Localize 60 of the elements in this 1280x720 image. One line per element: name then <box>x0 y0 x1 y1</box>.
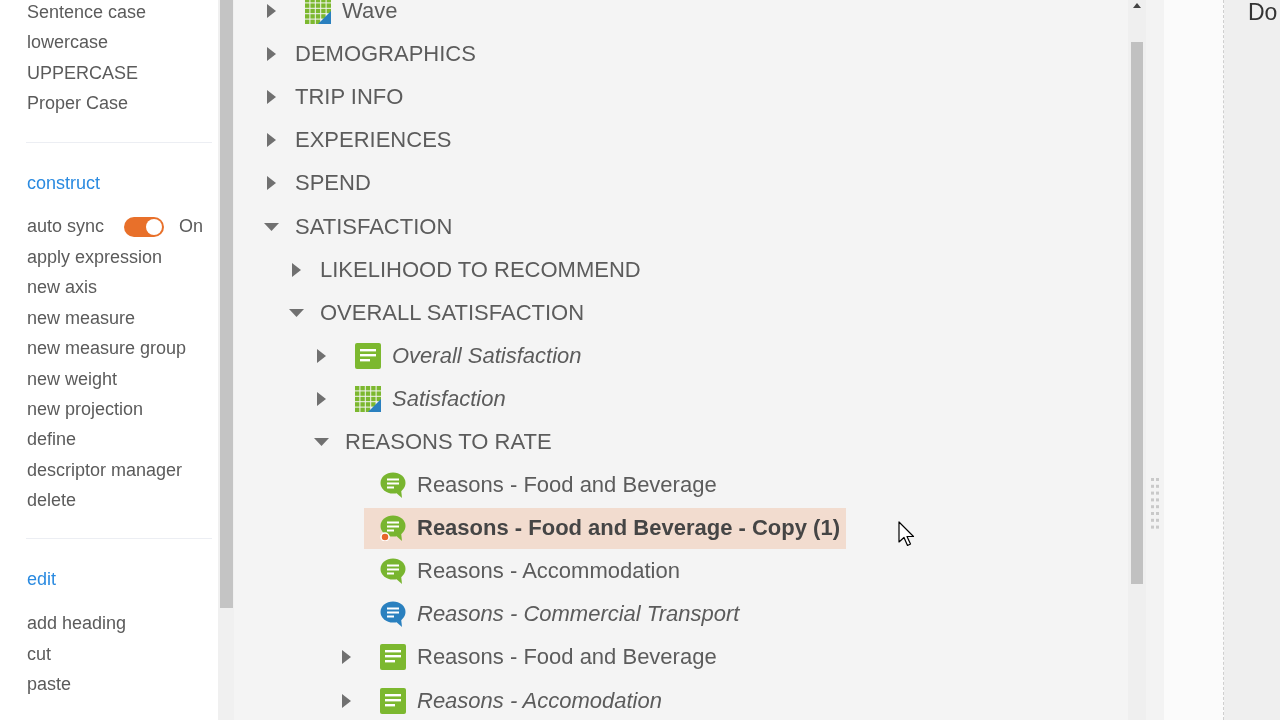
caret-icon[interactable] <box>267 176 276 191</box>
caret-icon[interactable] <box>317 348 326 363</box>
tree-item[interactable]: TRIP INFO <box>289 76 410 118</box>
caret-icon[interactable] <box>317 391 326 406</box>
menu-item[interactable]: add heading <box>27 613 127 634</box>
menu-item[interactable]: delete <box>27 490 77 511</box>
menu-item[interactable]: Proper Case <box>27 93 129 114</box>
caret-icon[interactable] <box>267 47 276 62</box>
caret-icon[interactable] <box>314 438 329 446</box>
menu-item[interactable]: new measure <box>27 307 136 328</box>
caret-icon[interactable] <box>264 222 279 231</box>
caret-icon[interactable] <box>267 90 276 105</box>
document-icon <box>355 342 381 369</box>
tree-item[interactable]: Satisfaction <box>339 378 512 420</box>
menu-item[interactable]: lowercase <box>27 32 109 53</box>
splitter-grip-icon[interactable] <box>1151 478 1159 530</box>
tree-item[interactable]: DEMOGRAPHICS <box>289 33 482 75</box>
tree-item[interactable]: EXPERIENCES <box>289 119 458 161</box>
menu-item[interactable]: UPPERCASE <box>27 62 139 83</box>
tree-item[interactable]: REASONS TO RATE <box>339 421 558 463</box>
section-heading: construct <box>27 171 101 195</box>
grid-icon <box>305 0 331 25</box>
tree-item[interactable]: Reasons - Accommodation <box>364 550 686 592</box>
toggle-label: auto sync <box>27 216 105 238</box>
menu-item[interactable]: new axis <box>27 277 98 298</box>
caret-icon[interactable] <box>342 650 351 665</box>
tree-item[interactable]: OVERALL SATISFACTION <box>314 292 591 334</box>
scroll-up-icon[interactable] <box>1133 3 1141 8</box>
tree-item[interactable]: Reasons - Food and Beverage <box>364 464 723 506</box>
menu-item[interactable]: descriptor manager <box>27 459 183 480</box>
scrollbar-thumb[interactable] <box>220 0 233 608</box>
menu-item[interactable]: new measure group <box>27 338 187 359</box>
section-heading: edit <box>27 568 57 592</box>
panel-title: Do <box>1248 0 1278 24</box>
caret-icon[interactable] <box>292 262 301 277</box>
tree-item[interactable]: Overall Satisfaction <box>339 335 588 377</box>
tree-item[interactable]: Reasons - Food and Beverage <box>364 636 723 678</box>
menu-item[interactable]: Sentence case <box>27 2 147 22</box>
tree-item[interactable]: LIKELIHOOD TO RECOMMEND <box>314 249 647 291</box>
toggle-switch[interactable] <box>124 216 165 237</box>
tree-item[interactable]: SPEND <box>289 162 377 204</box>
toggle-state-label: On <box>179 216 204 238</box>
menu-item[interactable]: paste <box>27 674 72 695</box>
scrollbar-thumb[interactable] <box>1131 42 1143 584</box>
tree-item[interactable]: Wave <box>289 0 404 32</box>
menu-item[interactable]: new weight <box>27 368 118 389</box>
menu-item[interactable]: new projection <box>27 398 144 419</box>
tree-item[interactable]: Reasons - Food and Beverage - Copy (1) <box>364 507 846 549</box>
menu-item[interactable]: cut <box>27 643 51 664</box>
mouse-cursor-icon <box>898 521 915 547</box>
caret-icon[interactable] <box>342 693 351 708</box>
tree-item[interactable]: SATISFACTION <box>289 206 459 247</box>
grid-icon <box>355 385 381 412</box>
menu-item[interactable]: define <box>27 429 77 450</box>
caret-icon[interactable] <box>289 308 304 317</box>
caret-icon[interactable] <box>267 4 276 19</box>
menu-item[interactable]: apply expression <box>27 246 163 267</box>
tree-item[interactable]: Reasons - Accomodation <box>364 680 668 720</box>
tree-item[interactable]: Reasons - Commercial Transport <box>364 593 746 635</box>
caret-icon[interactable] <box>267 133 276 148</box>
